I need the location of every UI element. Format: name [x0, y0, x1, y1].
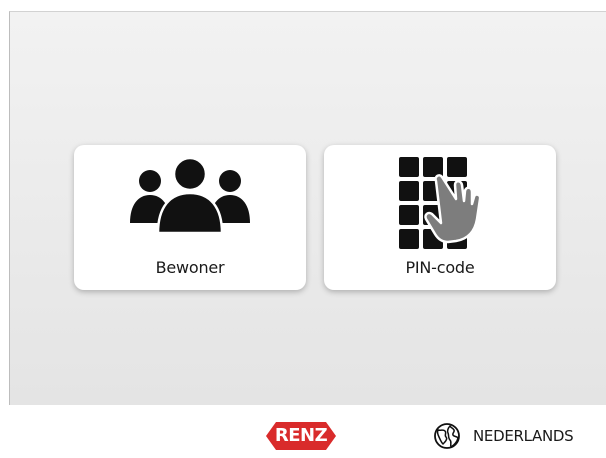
language-label: NEDERLANDS [473, 427, 574, 445]
pin-code-label: PIN-code [405, 258, 475, 277]
keypad-hand-icon [324, 157, 556, 257]
language-button[interactable]: NEDERLANDS [431, 422, 574, 450]
people-group-icon [74, 157, 306, 257]
pin-code-button[interactable]: PIN-code [324, 145, 556, 290]
globe-icon [434, 423, 460, 449]
main-area: Bewoner PIN-code [9, 11, 606, 405]
footer: RENZ NEDERLANDS [0, 405, 606, 458]
residents-button[interactable]: Bewoner [74, 145, 306, 290]
residents-label: Bewoner [155, 258, 225, 277]
screen: Bewoner PIN-code RENZ NEDERLANDS [0, 0, 606, 458]
logo-text: RENZ [274, 425, 328, 446]
renz-logo: RENZ [266, 422, 336, 450]
